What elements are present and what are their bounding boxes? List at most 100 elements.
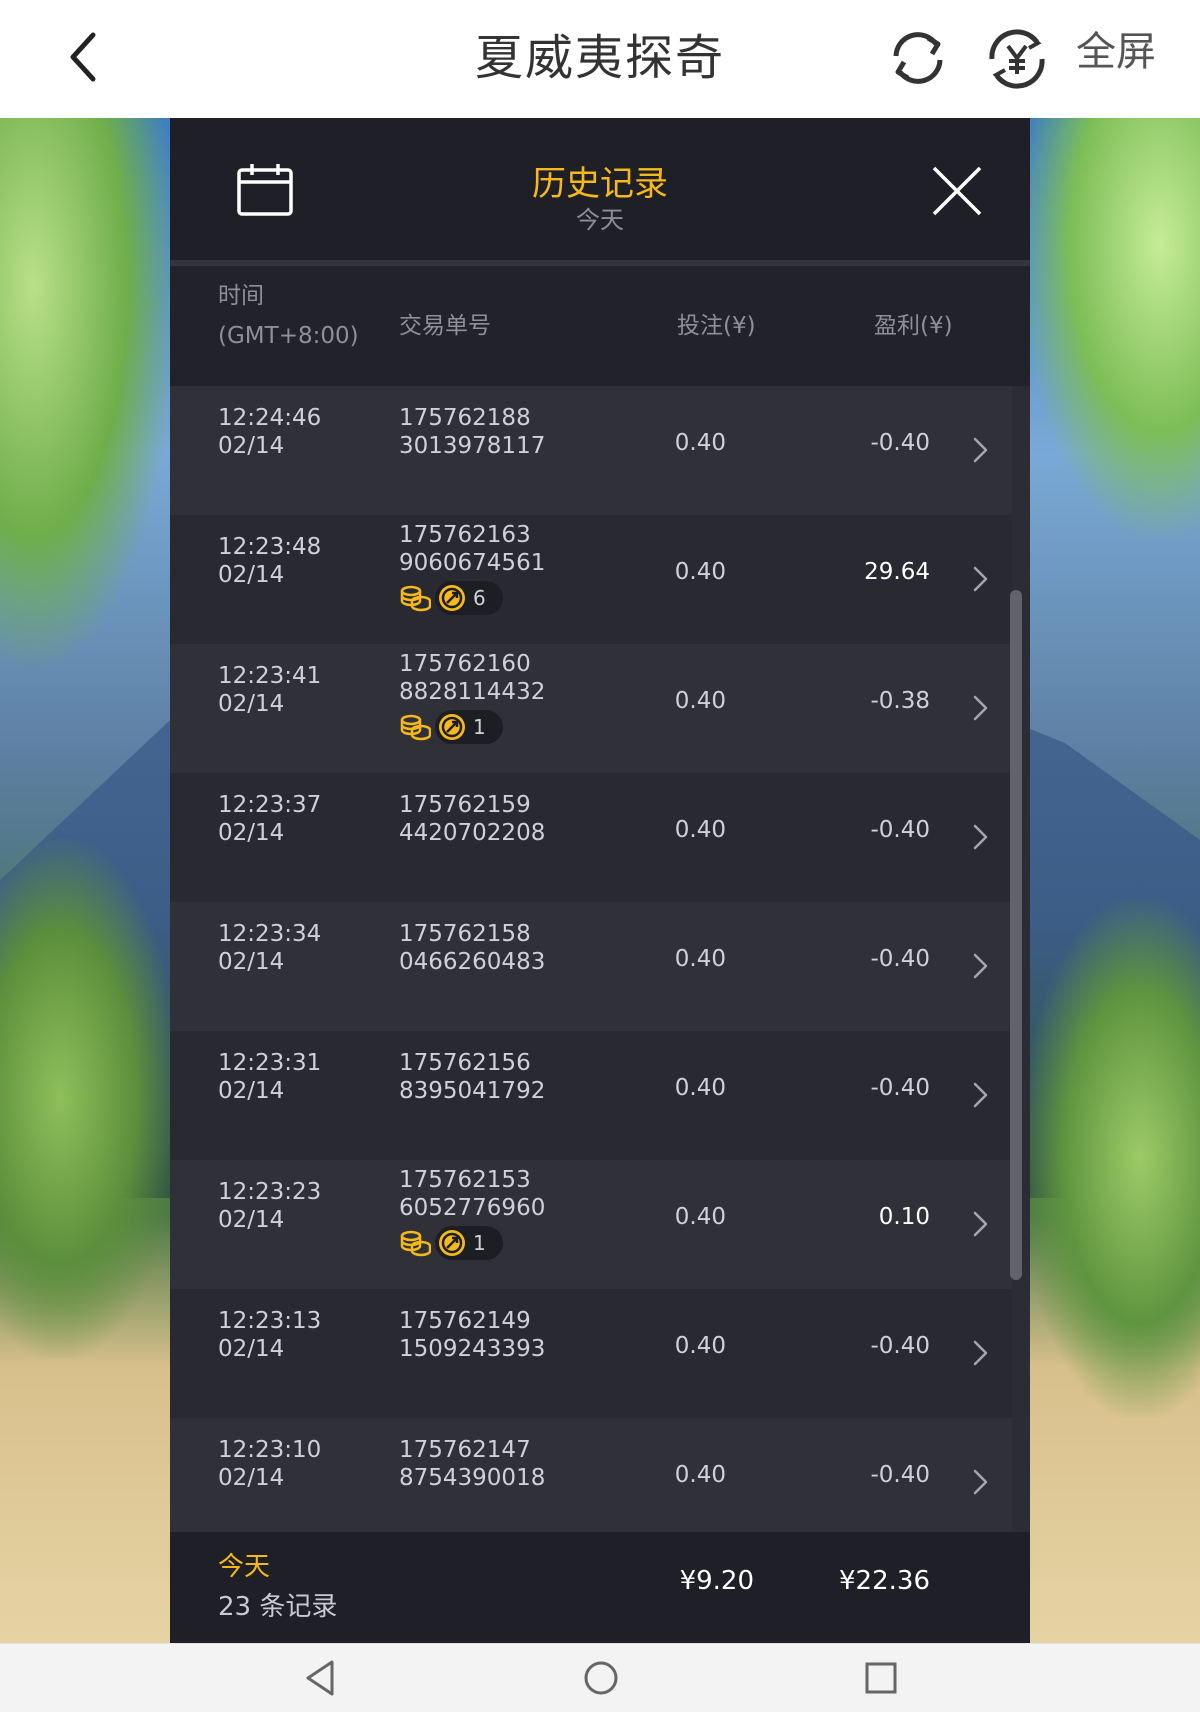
row-transaction-id-part2: 9060674561: [399, 550, 546, 576]
column-transaction: 交易单号: [399, 313, 491, 339]
row-transaction-id-part1: 175762159: [399, 792, 531, 818]
chevron-right-icon: [973, 1469, 988, 1495]
refresh-button[interactable]: [882, 22, 954, 94]
chevron-right-icon: [973, 695, 988, 721]
row-bet: 0.40: [674, 688, 726, 714]
row-date: 02/14: [218, 1207, 285, 1233]
row-transaction-id-part2: 1509243393: [399, 1336, 546, 1362]
column-time-label: 时间: [218, 283, 264, 309]
palm-leaves-left: [0, 118, 180, 678]
column-bet: 投注(¥): [677, 313, 756, 339]
row-profit: -0.40: [870, 1462, 930, 1488]
triangle-back-icon: [306, 1660, 334, 1696]
panel-subtitle: 今天: [576, 206, 624, 234]
currency-button[interactable]: [982, 24, 1052, 94]
close-button[interactable]: [928, 162, 986, 220]
row-profit: -0.38: [870, 688, 930, 714]
history-row[interactable]: 12:23:10 02/14 175762147 8754390018 0.40 -0.4…: [170, 1418, 1012, 1547]
row-profit: 29.64: [864, 559, 930, 585]
coins-icon: [400, 585, 431, 612]
row-time: 12:23:48: [218, 534, 322, 560]
row-date: 02/14: [218, 1465, 285, 1491]
coins-icon: [400, 714, 431, 741]
row-bet: 0.40: [674, 1204, 726, 1230]
row-transaction-id-part2: 8754390018: [399, 1465, 546, 1491]
free-spin-counter: 1: [435, 1226, 503, 1260]
coins-icon: [400, 1230, 431, 1257]
row-transaction-id-part2: 6052776960: [399, 1195, 546, 1221]
free-spin-icon: [439, 585, 465, 611]
currency-yen-icon: [989, 29, 1045, 89]
row-bet: 0.40: [674, 1462, 726, 1488]
chevron-right-icon: [973, 437, 988, 463]
row-time: 12:23:34: [218, 921, 322, 947]
row-date: 02/14: [218, 562, 285, 588]
row-bet: 0.40: [674, 946, 726, 972]
free-spin-count: 1: [473, 715, 486, 739]
row-profit: -0.40: [870, 430, 930, 456]
chevron-right-icon: [973, 1211, 988, 1237]
close-icon: [932, 166, 982, 216]
history-row[interactable]: 12:23:13 02/14 175762149 1509243393 0.40 -0.4…: [170, 1289, 1012, 1418]
free-spin-counter: 6: [435, 581, 503, 615]
row-transaction-id-part2: 4420702208: [399, 820, 546, 846]
refresh-icon: [893, 32, 943, 84]
row-profit: -0.40: [870, 1333, 930, 1359]
row-time: 12:23:37: [218, 792, 322, 818]
free-spin-count: 6: [473, 586, 486, 610]
history-row[interactable]: 12:23:37 02/14 175762159 4420702208 0.40 -0.4…: [170, 773, 1012, 902]
row-time: 12:23:13: [218, 1308, 322, 1334]
row-profit: -0.40: [870, 817, 930, 843]
row-date: 02/14: [218, 1336, 285, 1362]
free-spin-icon: [439, 1230, 465, 1256]
row-bet: 0.40: [674, 430, 726, 456]
panel-title: 历史记录: [532, 164, 668, 204]
row-transaction-id-part2: 8395041792: [399, 1078, 546, 1104]
row-bet: 0.40: [674, 1075, 726, 1101]
summary-period: 今天: [218, 1552, 271, 1582]
palm-leaves-right: [1020, 118, 1200, 538]
summary-record-count: 23 条记录: [218, 1592, 338, 1622]
row-date: 02/14: [218, 949, 285, 975]
row-profit: -0.40: [870, 946, 930, 972]
row-time: 12:23:31: [218, 1050, 322, 1076]
row-date: 02/14: [218, 691, 285, 717]
row-date: 02/14: [218, 433, 285, 459]
row-date: 02/14: [218, 820, 285, 846]
row-profit: -0.40: [870, 1075, 930, 1101]
nav-back-button[interactable]: [302, 1658, 340, 1698]
nav-home-button[interactable]: [582, 1658, 620, 1698]
row-transaction-id-part1: 175762163: [399, 522, 531, 548]
row-time: 12:23:23: [218, 1179, 322, 1205]
history-row[interactable]: 12:23:41 02/14 175762160 8828114432 1 0.40 -0.…: [170, 644, 1012, 773]
history-row[interactable]: 12:23:34 02/14 175762158 0466260483 0.40 -0.4…: [170, 902, 1012, 1031]
system-nav-bar: [0, 1643, 1200, 1712]
row-bet: 0.40: [674, 817, 726, 843]
row-transaction-id-part1: 175762149: [399, 1308, 531, 1334]
history-row[interactable]: 12:24:46 02/14 175762188 3013978117 0.40 -0.4…: [170, 386, 1012, 515]
row-transaction-id-part2: 3013978117: [399, 433, 546, 459]
chevron-right-icon: [973, 824, 988, 850]
free-spin-counter: 1: [435, 710, 503, 744]
history-row[interactable]: 12:23:48 02/14 175762163 9060674561 6 0.40 29.…: [170, 515, 1012, 644]
bonus-badge: 1: [399, 1226, 503, 1260]
history-row[interactable]: 12:23:31 02/14 175762156 8395041792 0.40 -0.4…: [170, 1031, 1012, 1160]
fullscreen-button[interactable]: 全屏: [1076, 24, 1156, 80]
row-time: 12:23:41: [218, 663, 322, 689]
nav-recents-button[interactable]: [862, 1658, 900, 1698]
scrollbar[interactable]: [1010, 590, 1022, 1280]
app-bar: 夏威夷探奇 全屏: [0, 0, 1200, 118]
panel-header: 历史记录 今天: [170, 118, 1030, 264]
row-bet: 0.40: [674, 1333, 726, 1359]
chevron-right-icon: [973, 1340, 988, 1366]
row-transaction-id-part1: 175762153: [399, 1167, 531, 1193]
chevron-right-icon: [973, 566, 988, 592]
row-time: 12:24:46: [218, 405, 322, 431]
row-transaction-id-part1: 175762160: [399, 651, 531, 677]
chevron-right-icon: [973, 1082, 988, 1108]
circle-home-icon: [584, 1661, 618, 1695]
history-row[interactable]: 12:23:23 02/14 175762153 6052776960 1 0.40 0.1…: [170, 1160, 1012, 1289]
history-panel: 历史记录 今天 时间 (GMT+8:00) 交易单号 投注(¥) 盈利(¥) 1…: [170, 118, 1030, 1643]
row-transaction-id-part2: 8828114432: [399, 679, 546, 705]
summary-footer: 今天 23 条记录 ¥9.20 ¥22.36: [170, 1532, 1030, 1643]
